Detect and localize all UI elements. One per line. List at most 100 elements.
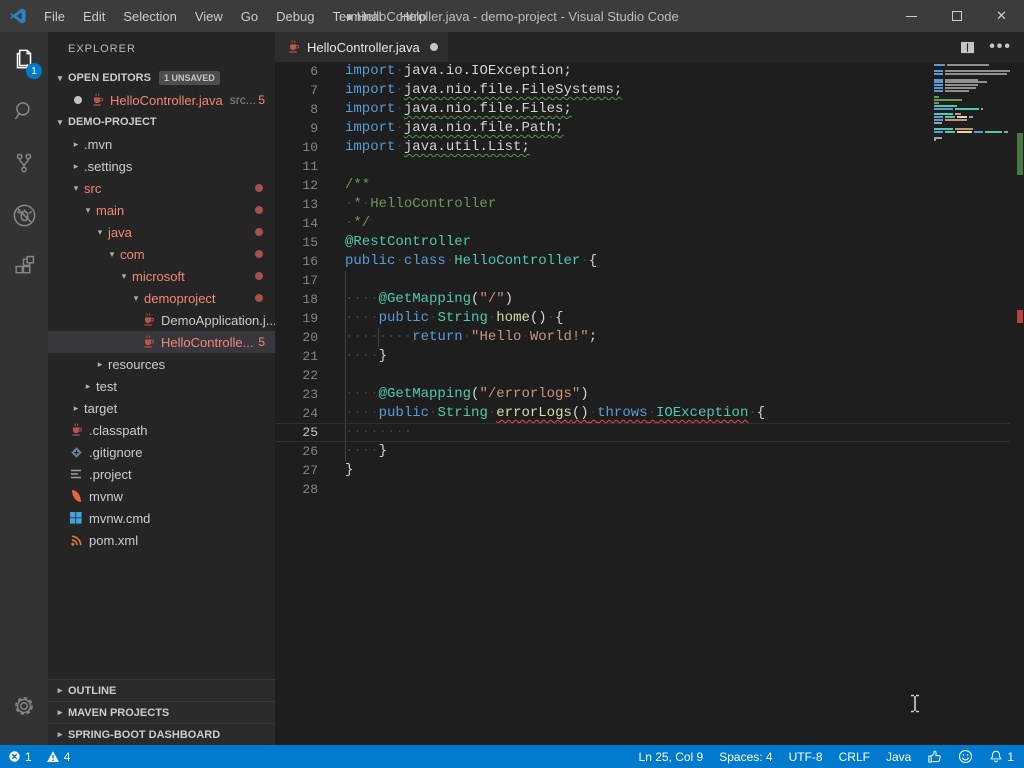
- minimap-line: [934, 116, 973, 118]
- minimap-line: [934, 108, 983, 110]
- code-line-14[interactable]: 14·*/: [275, 214, 1024, 233]
- tree-item-pom-xml[interactable]: pom.xml: [48, 529, 275, 551]
- maven-projects-section-header[interactable]: ▸ MAVEN PROJECTS: [48, 701, 275, 723]
- code-line-6[interactable]: 6import·java.io.IOException;: [275, 62, 1024, 81]
- spring-boot-dashboard-section-header[interactable]: ▸ SPRING-BOOT DASHBOARD: [48, 723, 275, 745]
- tree-item-main[interactable]: ▾main: [48, 199, 275, 221]
- tree-item-label: main: [96, 203, 124, 218]
- tree-item-resources[interactable]: ▸resources: [48, 353, 275, 375]
- code-editor[interactable]: 6import·java.io.IOException;7import·java…: [275, 62, 1024, 745]
- explorer-activity-button[interactable]: 1: [0, 34, 48, 84]
- tree-item--gitignore[interactable]: .gitignore: [48, 441, 275, 463]
- code-line-13[interactable]: 13·*·HelloController: [275, 195, 1024, 214]
- code-line-12[interactable]: 12/**: [275, 176, 1024, 195]
- menu-debug[interactable]: Debug: [267, 9, 323, 24]
- tree-item-target[interactable]: ▸target: [48, 397, 275, 419]
- code-line-25[interactable]: 25········: [275, 423, 1024, 442]
- tree-item--classpath[interactable]: .classpath: [48, 419, 275, 441]
- tree-item--mvn[interactable]: ▸.mvn: [48, 133, 275, 155]
- maximize-button[interactable]: [934, 0, 979, 32]
- menu-edit[interactable]: Edit: [74, 9, 114, 24]
- tree-item-test[interactable]: ▸test: [48, 375, 275, 397]
- open-editor-item[interactable]: HelloController.java src... 5: [48, 89, 275, 111]
- encoding[interactable]: UTF-8: [789, 750, 823, 764]
- notifications[interactable]: 1: [989, 749, 1014, 764]
- code-line-17[interactable]: 17: [275, 271, 1024, 290]
- title-bar: FileEditSelectionViewGoDebugTerminalHelp…: [0, 0, 1024, 32]
- minimap-line: [934, 90, 969, 92]
- code-line-16[interactable]: 16public·class·HelloController·{: [275, 252, 1024, 271]
- line-number: 17: [275, 271, 318, 290]
- code-line-18[interactable]: 18····@GetMapping("/"): [275, 290, 1024, 309]
- close-button[interactable]: ✕: [979, 0, 1024, 32]
- tree-item-label: mvnw: [89, 489, 123, 504]
- language-mode[interactable]: Java: [886, 750, 911, 764]
- tree-item--settings[interactable]: ▸.settings: [48, 155, 275, 177]
- code-line-15[interactable]: 15@RestController: [275, 233, 1024, 252]
- tree-item-hellocontrolle-[interactable]: HelloControlle...5: [48, 331, 275, 353]
- eol-sequence[interactable]: CRLF: [839, 750, 870, 764]
- tree-item-mvnw[interactable]: mvnw: [48, 485, 275, 507]
- open-editors-header[interactable]: ▾ OPEN EDITORS 1 UNSAVED: [48, 67, 275, 89]
- problems-warnings[interactable]: 4: [46, 750, 71, 764]
- maven-wrapper-icon: [68, 488, 84, 504]
- tree-item-java[interactable]: ▾java: [48, 221, 275, 243]
- chevron-expanded-icon: ▾: [128, 293, 144, 304]
- menu-terminal[interactable]: Terminal: [323, 9, 390, 24]
- feedback-smiley[interactable]: [958, 749, 973, 764]
- java-server-status[interactable]: [927, 749, 942, 764]
- split-editor-icon[interactable]: [960, 41, 975, 54]
- line-number: 26: [275, 442, 318, 461]
- code-line-19[interactable]: 19····public·String·home()·{: [275, 309, 1024, 328]
- cursor-position[interactable]: Ln 25, Col 9: [639, 750, 704, 764]
- source-control-activity-button[interactable]: [0, 138, 48, 188]
- line-number: 12: [275, 176, 318, 195]
- line-number: 10: [275, 138, 318, 157]
- indentation[interactable]: Spaces: 4: [719, 750, 772, 764]
- more-actions-icon[interactable]: •••: [989, 38, 1012, 56]
- tree-item-src[interactable]: ▾src: [48, 177, 275, 199]
- tree-item-microsoft[interactable]: ▾microsoft: [48, 265, 275, 287]
- menu-go[interactable]: Go: [232, 9, 267, 24]
- project-header[interactable]: ▾ DEMO-PROJECT: [48, 111, 275, 133]
- menu-file[interactable]: File: [35, 9, 74, 24]
- code-line-10[interactable]: 10import·java.util.List;: [275, 138, 1024, 157]
- code-line-11[interactable]: 11: [275, 157, 1024, 176]
- close-icon: ✕: [996, 8, 1007, 24]
- minimize-button[interactable]: [889, 0, 934, 32]
- settings-button[interactable]: [0, 681, 48, 731]
- vscode-logo-icon: [9, 7, 27, 25]
- search-activity-button[interactable]: [0, 86, 48, 136]
- menu-selection[interactable]: Selection: [114, 9, 185, 24]
- code-line-27[interactable]: 27}: [275, 461, 1024, 480]
- tree-item-label: src: [84, 181, 101, 196]
- minimap-line: [934, 137, 942, 139]
- tree-item-mvnw-cmd[interactable]: mvnw.cmd: [48, 507, 275, 529]
- line-number: 20: [275, 328, 318, 347]
- debug-activity-button[interactable]: [0, 190, 48, 240]
- extensions-activity-button[interactable]: [0, 242, 48, 292]
- code-line-24[interactable]: 24····public·String·errorLogs()·throws·I…: [275, 404, 1024, 423]
- tree-item--project[interactable]: .project: [48, 463, 275, 485]
- outline-section-header[interactable]: ▸ OUTLINE: [48, 679, 275, 701]
- code-line-7[interactable]: 7import·java.nio.file.FileSystems;: [275, 81, 1024, 100]
- code-line-21[interactable]: 21····}: [275, 347, 1024, 366]
- chevron-expanded-icon: ▾: [92, 227, 108, 238]
- java-file-icon: [89, 92, 105, 108]
- tree-item-demoproject[interactable]: ▾demoproject: [48, 287, 275, 309]
- code-line-26[interactable]: 26····}: [275, 442, 1024, 461]
- problems-errors[interactable]: 1: [8, 750, 32, 764]
- menu-help[interactable]: Help: [391, 9, 436, 24]
- code-line-9[interactable]: 9import·java.nio.file.Path;: [275, 119, 1024, 138]
- tree-item-demoapplication-j-[interactable]: DemoApplication.j...: [48, 309, 275, 331]
- code-line-28[interactable]: 28: [275, 480, 1024, 499]
- tree-item-com[interactable]: ▾com: [48, 243, 275, 265]
- code-line-8[interactable]: 8import·java.nio.file.Files;: [275, 100, 1024, 119]
- bell-icon: [989, 749, 1003, 764]
- menu-view[interactable]: View: [186, 9, 232, 24]
- code-line-23[interactable]: 23····@GetMapping("/errorlogs"): [275, 385, 1024, 404]
- minimap[interactable]: [930, 62, 1010, 192]
- code-line-22[interactable]: 22: [275, 366, 1024, 385]
- code-line-20[interactable]: 20········return·"Hello·World!";: [275, 328, 1024, 347]
- tab-hellocontroller[interactable]: HelloController.java: [275, 32, 448, 62]
